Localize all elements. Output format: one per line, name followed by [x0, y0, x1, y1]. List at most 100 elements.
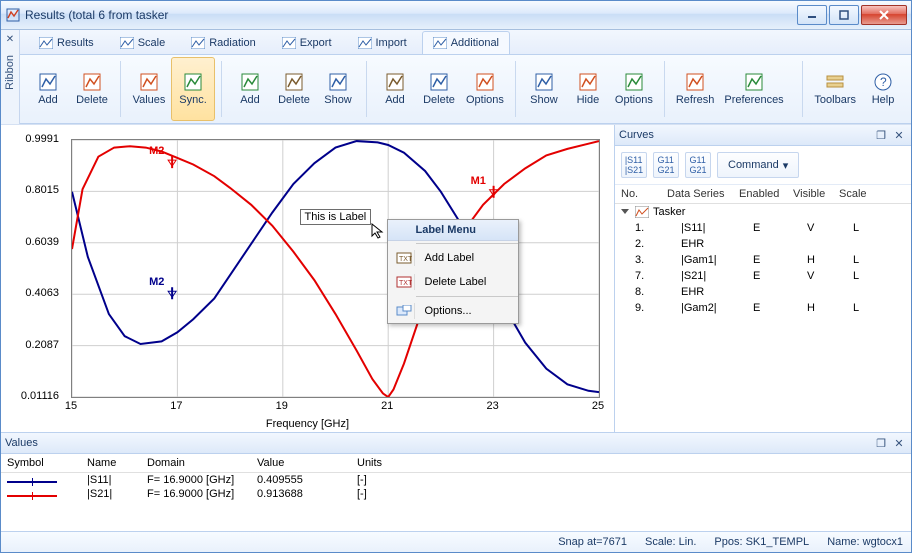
chart-marker-label[interactable]: M2: [149, 145, 164, 157]
tab-icon: [433, 37, 447, 49]
toolbar-icon: ?: [873, 72, 893, 92]
toolbar-preferences-button-5[interactable]: Preferences: [719, 57, 788, 121]
body: 0.011160.20870.40630.60390.80150.9991 15…: [1, 124, 911, 552]
toolbar-delete-button-3[interactable]: Delete: [417, 57, 461, 121]
toolbar-show-button-2[interactable]: Show: [316, 57, 360, 121]
toolbar-icon: [624, 72, 644, 92]
chart-box[interactable]: [71, 139, 600, 398]
toolbar-show-button-4[interactable]: Show: [522, 57, 566, 121]
toolbar-icon: [183, 72, 203, 92]
context-menu-delete-label[interactable]: TXT Delete Label: [388, 270, 518, 294]
tab-scale[interactable]: Scale: [109, 31, 177, 54]
maximize-button[interactable]: [829, 5, 859, 25]
curves-tree[interactable]: No. Data Series Enabled Visible Scale Ta…: [615, 185, 911, 432]
values-header: Symbol Name Domain Value Units: [1, 454, 911, 473]
tab-icon: [39, 37, 53, 49]
curves-mini-button-3[interactable]: G11G21: [685, 152, 711, 178]
panel-close-button[interactable]: ✕: [891, 435, 907, 451]
context-menu-options[interactable]: Options...: [388, 299, 518, 323]
title-bar[interactable]: Results (total 6 from tasker: [1, 1, 911, 30]
curves-row[interactable]: 2.EHR: [615, 236, 911, 252]
minimize-button[interactable]: [797, 5, 827, 25]
y-axis-labels: 0.011160.20870.40630.60390.80150.9991: [7, 139, 63, 398]
cursor-icon: [371, 223, 387, 239]
toolbar-toolbars-button[interactable]: Toolbars: [809, 57, 861, 121]
toolbar-options-button-4[interactable]: Options: [610, 57, 658, 121]
toolbar-help-button[interactable]: ?Help: [861, 57, 905, 121]
x-axis-title: Frequency [GHz]: [1, 418, 614, 430]
toolbar-icon: [240, 72, 260, 92]
svg-text:?: ?: [880, 75, 887, 89]
ribbon: ✕ Ribbon ResultsScaleRadiationExportImpo…: [1, 30, 911, 124]
curves-row[interactable]: 1.|S11|EVL: [615, 220, 911, 236]
svg-text:TXT: TXT: [399, 280, 412, 287]
tree-expand-icon[interactable]: [621, 209, 629, 214]
tab-import[interactable]: Import: [347, 31, 418, 54]
panel-close-button[interactable]: ✕: [891, 127, 907, 143]
toolbar-add-button-2[interactable]: Add: [228, 57, 272, 121]
y-tick-label: 0.4063: [25, 287, 59, 299]
chevron-down-icon: ▾: [783, 159, 789, 172]
command-dropdown[interactable]: Command▾: [717, 152, 799, 178]
ribbon-tabs: ResultsScaleRadiationExportImportAdditio…: [20, 30, 911, 55]
symbol-swatch: [7, 488, 87, 500]
tab-icon: [191, 37, 205, 49]
y-tick-label: 0.01116: [21, 390, 59, 402]
curves-row[interactable]: 3.|Gam1|EHL: [615, 252, 911, 268]
curves-panel: Curves ❐ ✕ |S11|S21 G11G21 G11G21 Comman…: [614, 125, 911, 432]
window-buttons: [797, 5, 907, 25]
toolbar-options-button-3[interactable]: Options: [461, 57, 509, 121]
toolbar-values-button-1[interactable]: Values: [127, 57, 171, 121]
upper-area: 0.011160.20870.40630.60390.80150.9991 15…: [1, 124, 911, 432]
curves-tree-root[interactable]: Tasker: [615, 204, 911, 220]
panel-undock-button[interactable]: ❐: [873, 435, 889, 451]
context-menu-add-label[interactable]: TXT Add Label: [388, 246, 518, 270]
y-tick-label: 0.6039: [25, 236, 59, 248]
panel-undock-button[interactable]: ❐: [873, 127, 889, 143]
x-tick-label: 15: [65, 400, 77, 412]
values-row[interactable]: |S11|F= 16.9000 [GHz]0.409555[-]: [1, 473, 911, 487]
x-tick-label: 25: [592, 400, 604, 412]
app-icon: [5, 7, 21, 23]
ribbon-collapse-button[interactable]: ✕: [6, 34, 14, 45]
app-window: Results (total 6 from tasker ✕ Ribbon Re…: [0, 0, 912, 553]
curves-row[interactable]: 8.EHR: [615, 284, 911, 300]
toolbar-hide-button-4[interactable]: Hide: [566, 57, 610, 121]
curves-panel-title: Curves: [619, 129, 871, 141]
tab-additional[interactable]: Additional: [422, 31, 510, 54]
curves-mini-button-2[interactable]: G11G21: [653, 152, 679, 178]
curves-panel-title-bar[interactable]: Curves ❐ ✕: [615, 125, 911, 146]
toolbar-delete-button-0[interactable]: Delete: [70, 57, 114, 121]
toolbar-sync-button-1[interactable]: Sync.: [171, 57, 215, 121]
x-tick-label: 19: [276, 400, 288, 412]
chart-marker-label[interactable]: M2: [149, 276, 164, 288]
toolbar-refresh-button-5[interactable]: Refresh: [671, 57, 720, 121]
values-body[interactable]: Symbol Name Domain Value Units |S11|F= 1…: [1, 454, 911, 531]
y-tick-label: 0.8015: [25, 184, 59, 196]
curves-row[interactable]: 9.|Gam2|EHL: [615, 300, 911, 316]
curves-row[interactable]: 7.|S21|EVL: [615, 268, 911, 284]
toolbar-icon: [385, 72, 405, 92]
toolbar-delete-button-2[interactable]: Delete: [272, 57, 316, 121]
x-tick-label: 23: [486, 400, 498, 412]
tab-icon: [120, 37, 134, 49]
values-panel-title-bar[interactable]: Values ❐ ✕: [1, 433, 911, 454]
toolbar-icon: [429, 72, 449, 92]
tab-results[interactable]: Results: [28, 31, 105, 54]
toolbar-add-button-0[interactable]: Add: [26, 57, 70, 121]
chart-marker-label[interactable]: M1: [471, 175, 486, 187]
chart-pane[interactable]: 0.011160.20870.40630.60390.80150.9991 15…: [1, 125, 614, 432]
toolbar-icon: [328, 72, 348, 92]
values-row[interactable]: |S21|F= 16.9000 [GHz]0.913688[-]: [1, 487, 911, 501]
toolbar-icon: [534, 72, 554, 92]
close-button[interactable]: [861, 5, 907, 25]
floating-label[interactable]: This is Label: [300, 209, 372, 225]
toolbar-icon: [82, 72, 102, 92]
toolbar-add-button-3[interactable]: Add: [373, 57, 417, 121]
y-tick-label: 0.9991: [25, 133, 59, 145]
curves-mini-button-1[interactable]: |S11|S21: [621, 152, 647, 178]
ribbon-toolbar: AddDeleteValuesSync.AddDeleteShowAddDele…: [20, 55, 911, 124]
tab-export[interactable]: Export: [271, 31, 343, 54]
tab-radiation[interactable]: Radiation: [180, 31, 266, 54]
status-ppos: Ppos: SK1_TEMPL: [714, 536, 809, 548]
